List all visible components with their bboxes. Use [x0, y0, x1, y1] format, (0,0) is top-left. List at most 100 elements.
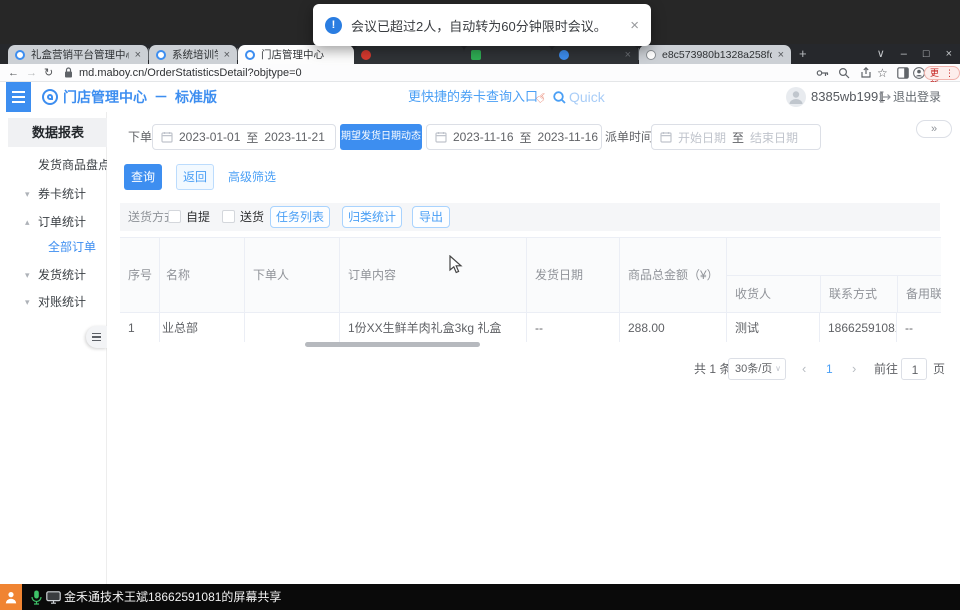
tab-close-icon[interactable]: × — [625, 49, 631, 61]
horizontal-scrollbar-thumb[interactable] — [305, 342, 480, 347]
participant-icon — [0, 584, 22, 610]
table-row[interactable]: 1 业总部 1份XX生鲜羊肉礼盒3kg 礼盒 -- 288.00 测试 1866… — [120, 313, 941, 342]
sidebar-item-coupon-stats[interactable]: ▾ 券卡统计 — [0, 181, 107, 207]
expand-filters-button[interactable]: » — [916, 120, 952, 138]
tab-title: 系统培训学习 — [172, 47, 218, 62]
tab-favicon — [156, 50, 166, 60]
tab-favicon — [245, 50, 255, 60]
browser-tab-5[interactable] — [464, 45, 552, 64]
sidebar-item-shipping-inventory[interactable]: 发货商品盘点 — [0, 152, 107, 178]
logout-icon[interactable] — [879, 91, 891, 103]
goto-suffix: 页 — [933, 358, 945, 380]
person-icon — [5, 591, 17, 604]
bookmark-star-icon[interactable]: ☆ — [877, 64, 888, 82]
sidebar-item-shipping-stats[interactable]: ▾ 发货统计 — [0, 262, 107, 288]
pickup-checkbox[interactable] — [168, 210, 181, 223]
url-text[interactable]: md.maboy.cn/OrderStatisticsDetail?objtyp… — [79, 64, 302, 82]
share-icon[interactable] — [860, 67, 872, 79]
app-header: 门店管理中心－标准版 更快捷的券卡查询入口 ☞ Quick 8385wb1991… — [0, 82, 960, 112]
goto-page-box — [901, 358, 927, 380]
expected-ship-range-input[interactable]: 2023-11-16 至 2023-11-16 — [426, 124, 602, 150]
col-orderer: 下单人 — [245, 238, 340, 313]
tab-title: 门店管理中心 — [261, 47, 347, 62]
title-separator: － — [154, 89, 168, 105]
cell-backup-contact: -- — [897, 313, 941, 342]
table-header: 序号 名称 下单人 订单内容 发货日期 商品总金额（¥） 收货人 联系方式 备用… — [120, 238, 941, 313]
browser-tab-6[interactable]: × — [552, 45, 638, 64]
browser-tab-7[interactable]: e8c573980b1328a258fd2e6 × — [639, 45, 791, 64]
mouse-cursor — [449, 255, 463, 275]
browser-tab-1[interactable]: 礼盒营销平台管理中心 × — [8, 45, 148, 64]
forward-icon[interactable]: → — [26, 64, 37, 82]
chevron-down-icon: ▾ — [25, 289, 30, 315]
next-page-button[interactable]: › — [852, 358, 856, 380]
quick-search-icon[interactable] — [553, 91, 566, 104]
chrome-update-button[interactable]: 更新 ⋮ — [924, 66, 960, 80]
new-tab-button[interactable]: + — [791, 44, 815, 64]
col-receiver: 收货人 — [727, 276, 820, 313]
chevron-down-icon: ▾ — [25, 262, 30, 288]
prev-page-button[interactable]: ‹ — [802, 358, 806, 380]
current-page[interactable]: 1 — [826, 358, 833, 380]
side-panel-icon[interactable] — [897, 67, 909, 79]
browser-tab-2[interactable]: 系统培训学习 × — [149, 45, 237, 64]
page-size-select[interactable]: 30条/页 ∨ — [728, 358, 786, 380]
col-total-amount: 商品总金额（¥） — [620, 238, 727, 313]
category-stats-button[interactable]: 归类统计 — [342, 206, 402, 228]
logout-button[interactable]: 退出登录 — [893, 82, 941, 112]
chevron-down-icon: ▾ — [25, 181, 30, 207]
pickup-label[interactable]: 自提 — [186, 203, 210, 231]
toast-close-icon[interactable]: × — [630, 17, 639, 34]
expected-ship-date-button[interactable]: 期望发货日期动态 — [340, 124, 422, 150]
col-name: 名称 — [160, 238, 245, 313]
export-button[interactable]: 导出 — [412, 206, 450, 228]
quick-label[interactable]: Quick — [569, 82, 605, 112]
tab-search-icon[interactable]: ∨ — [869, 44, 893, 64]
calendar-icon — [435, 131, 447, 143]
col-ship-date: 发货日期 — [527, 238, 620, 313]
menu-toggle-button[interactable] — [6, 82, 31, 112]
close-window-button[interactable]: × — [938, 44, 960, 64]
end-date-value: 2023-11-21 — [264, 130, 325, 144]
screen-share-icon[interactable] — [46, 591, 61, 604]
browser-tab-4[interactable] — [354, 45, 464, 64]
tab-close-icon[interactable]: × — [135, 49, 141, 61]
task-list-button[interactable]: 任务列表 — [270, 206, 330, 228]
sidebar-section-data-reports[interactable]: 数据报表 — [8, 118, 107, 147]
share-status-text: 金禾通技术王斌18662591081的屏幕共享 — [64, 584, 281, 610]
sidebar-collapse-button[interactable] — [86, 326, 107, 348]
goto-page-input[interactable] — [902, 359, 928, 381]
advanced-filter-link[interactable]: 高级筛选 — [228, 164, 276, 190]
goto-label: 前往 — [874, 358, 898, 380]
chevron-down-icon: ∨ — [775, 359, 781, 379]
range-separator: 至 — [732, 129, 744, 146]
order-time-range-input[interactable]: 2023-01-01 至 2023-11-21 — [152, 124, 336, 150]
browser-tab-active[interactable]: 门店管理中心 — [238, 45, 354, 64]
sidebar-item-all-orders[interactable]: 全部订单 — [0, 234, 107, 260]
tab-close-icon[interactable]: × — [224, 49, 230, 61]
sidebar-item-order-stats[interactable]: ▴ 订单统计 — [0, 209, 107, 235]
tabbar-spacer — [0, 44, 8, 64]
maximize-button[interactable]: □ — [915, 44, 938, 64]
screen: 礼盒营销平台管理中心 × 系统培训学习 × 门店管理中心 × — [0, 0, 960, 610]
key-icon[interactable] — [816, 67, 829, 79]
back-button[interactable]: 返回 — [176, 164, 214, 190]
info-icon: ! — [325, 17, 342, 34]
quick-entry-link[interactable]: 更快捷的券卡查询入口 — [408, 82, 538, 112]
microphone-icon[interactable] — [31, 590, 42, 605]
tab-close-icon[interactable]: × — [778, 49, 784, 61]
delivery-label[interactable]: 送货 — [240, 203, 264, 231]
end-date-placeholder: 结束日期 — [750, 129, 798, 146]
dispatch-time-range-input[interactable]: 开始日期 至 结束日期 — [651, 124, 821, 150]
back-icon[interactable]: ← — [8, 64, 19, 82]
search-button[interactable]: 查询 — [124, 164, 162, 190]
delivery-checkbox[interactable] — [222, 210, 235, 223]
zoom-icon[interactable] — [838, 67, 850, 79]
minimize-button[interactable]: – — [893, 44, 915, 64]
browser-tab-bar: 礼盒营销平台管理中心 × 系统培训学习 × 门店管理中心 × — [0, 44, 960, 64]
meeting-toast: ! 会议已超过2人，自动转为60分钟限时会议。 × — [313, 4, 651, 46]
sidebar-item-reconciliation-stats[interactable]: ▾ 对账统计 — [0, 289, 107, 315]
reload-icon[interactable]: ↻ — [44, 64, 53, 82]
start-date-value: 2023-11-16 — [453, 130, 514, 144]
window-controls: ∨ – □ × — [869, 44, 960, 64]
